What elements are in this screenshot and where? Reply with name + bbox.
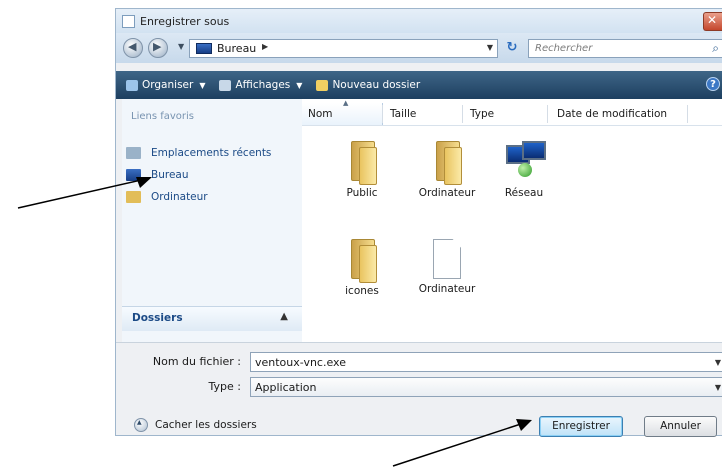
- new-folder-icon: [316, 79, 329, 91]
- folder-icon: [347, 141, 377, 185]
- file-item-network[interactable]: Réseau: [484, 141, 564, 199]
- save-as-dialog: Enregistrer sous ✕ ◀ ▶ ▼ Bureau ▶ ▼ ↻ Re…: [115, 8, 722, 437]
- save-form: Nom du fichier : ventoux-vnc.exe ▼ Type …: [116, 342, 722, 437]
- column-divider[interactable]: [687, 105, 688, 123]
- views-menu[interactable]: Affichages ▼: [219, 79, 302, 91]
- file-item-label: Réseau: [504, 187, 544, 199]
- column-header-size[interactable]: Taille: [390, 108, 416, 120]
- favorite-link-computer[interactable]: Ordinateur: [126, 191, 208, 203]
- back-button[interactable]: ◀: [123, 38, 143, 58]
- file-item-label: Public: [346, 187, 378, 199]
- forward-button[interactable]: ▶: [148, 38, 168, 58]
- chevron-down-icon: ▼: [296, 80, 303, 90]
- chevron-down-icon: ▼: [199, 80, 206, 90]
- close-button[interactable]: ✕: [703, 12, 722, 31]
- window-title: Enregistrer sous: [140, 14, 230, 28]
- filename-label: Nom du fichier :: [152, 355, 241, 368]
- column-divider[interactable]: [382, 105, 383, 123]
- file-list: Nom ▲ Taille Type Date de modification P…: [302, 99, 722, 342]
- favorite-link-label: Ordinateur: [151, 191, 208, 203]
- save-button[interactable]: Enregistrer: [539, 416, 623, 437]
- chevron-down-icon[interactable]: ▼: [715, 358, 721, 367]
- type-value: Application: [255, 381, 317, 394]
- cancel-button[interactable]: Annuler: [644, 416, 717, 437]
- column-header-name[interactable]: Nom: [308, 108, 333, 120]
- close-icon: ✕: [707, 13, 718, 27]
- favorite-link-label: Bureau: [151, 169, 189, 181]
- collapse-up-icon: [134, 418, 148, 432]
- breadcrumb-chevron-icon[interactable]: ▶: [262, 42, 268, 51]
- type-label: Type :: [208, 380, 241, 393]
- search-placeholder: Rechercher: [535, 43, 593, 54]
- file-item-icones[interactable]: icones: [322, 239, 402, 297]
- views-icon: [219, 79, 232, 91]
- file-item-computer-document[interactable]: Ordinateur: [407, 239, 487, 295]
- folders-bar[interactable]: Dossiers ▲: [122, 306, 302, 331]
- favorite-link-label: Emplacements récents: [151, 147, 272, 159]
- views-label: Affichages: [235, 79, 291, 91]
- organize-menu[interactable]: Organiser ▼: [126, 79, 205, 91]
- recent-places-icon: [126, 147, 141, 159]
- forward-arrow-icon: ▶: [153, 40, 162, 53]
- file-item-label: icones: [345, 285, 379, 297]
- hide-folders-label: Cacher les dossiers: [155, 419, 257, 431]
- address-dropdown-icon[interactable]: ▼: [487, 43, 493, 52]
- hide-folders-toggle[interactable]: Cacher les dossiers: [134, 418, 257, 432]
- column-divider[interactable]: [462, 105, 463, 123]
- filename-input[interactable]: ventoux-vnc.exe ▼: [250, 352, 722, 372]
- file-item-label: Ordinateur: [418, 283, 476, 295]
- folder-icon: [347, 239, 377, 283]
- refresh-icon[interactable]: ↻: [502, 40, 522, 58]
- help-icon[interactable]: ?: [706, 77, 720, 91]
- column-divider[interactable]: [547, 105, 548, 123]
- command-toolbar: Organiser ▼ Affichages ▼ Nouveau dossier…: [116, 71, 722, 99]
- column-header-date[interactable]: Date de modification: [557, 108, 667, 120]
- recent-pages-dropdown-icon[interactable]: ▼: [178, 42, 184, 51]
- folder-icon: [432, 141, 462, 185]
- desktop-icon: [196, 43, 212, 54]
- folders-label: Dossiers: [132, 312, 183, 324]
- chevron-up-icon[interactable]: ▲: [280, 311, 288, 322]
- column-headers: Nom ▲ Taille Type Date de modification: [302, 99, 722, 126]
- file-item-public[interactable]: Public: [322, 141, 402, 199]
- type-select[interactable]: Application ▼: [250, 377, 722, 397]
- search-icon[interactable]: ⌕: [712, 41, 719, 56]
- favorite-links-heading: Liens favoris: [131, 111, 195, 122]
- desktop-icon: [126, 169, 141, 181]
- address-row: ◀ ▶ ▼ Bureau ▶ ▼ ↻ Rechercher ⌕: [116, 33, 722, 63]
- address-location[interactable]: Bureau: [217, 42, 256, 55]
- new-folder-label: Nouveau dossier: [332, 79, 421, 91]
- computer-folder-icon: [126, 191, 141, 203]
- column-header-type[interactable]: Type: [470, 108, 494, 120]
- file-item-computer-folder[interactable]: Ordinateur: [407, 141, 487, 199]
- document-icon: [433, 239, 461, 279]
- organize-icon: [126, 79, 138, 91]
- new-folder-button[interactable]: Nouveau dossier: [316, 79, 420, 91]
- window-icon: [122, 14, 135, 28]
- filename-value: ventoux-vnc.exe: [255, 356, 346, 369]
- file-item-label: Ordinateur: [418, 187, 476, 199]
- favorite-link-recent-places[interactable]: Emplacements récents: [126, 147, 271, 159]
- sort-indicator-icon: ▲: [343, 99, 349, 107]
- organize-label: Organiser: [142, 79, 194, 91]
- search-box[interactable]: Rechercher ⌕: [528, 39, 722, 58]
- network-icon: [502, 141, 546, 183]
- address-bar[interactable]: Bureau ▶ ▼: [189, 39, 498, 58]
- chevron-down-icon[interactable]: ▼: [715, 383, 721, 392]
- back-arrow-icon: ◀: [128, 40, 137, 53]
- title-bar[interactable]: Enregistrer sous ✕: [116, 9, 722, 33]
- favorite-link-desktop[interactable]: Bureau: [126, 169, 189, 181]
